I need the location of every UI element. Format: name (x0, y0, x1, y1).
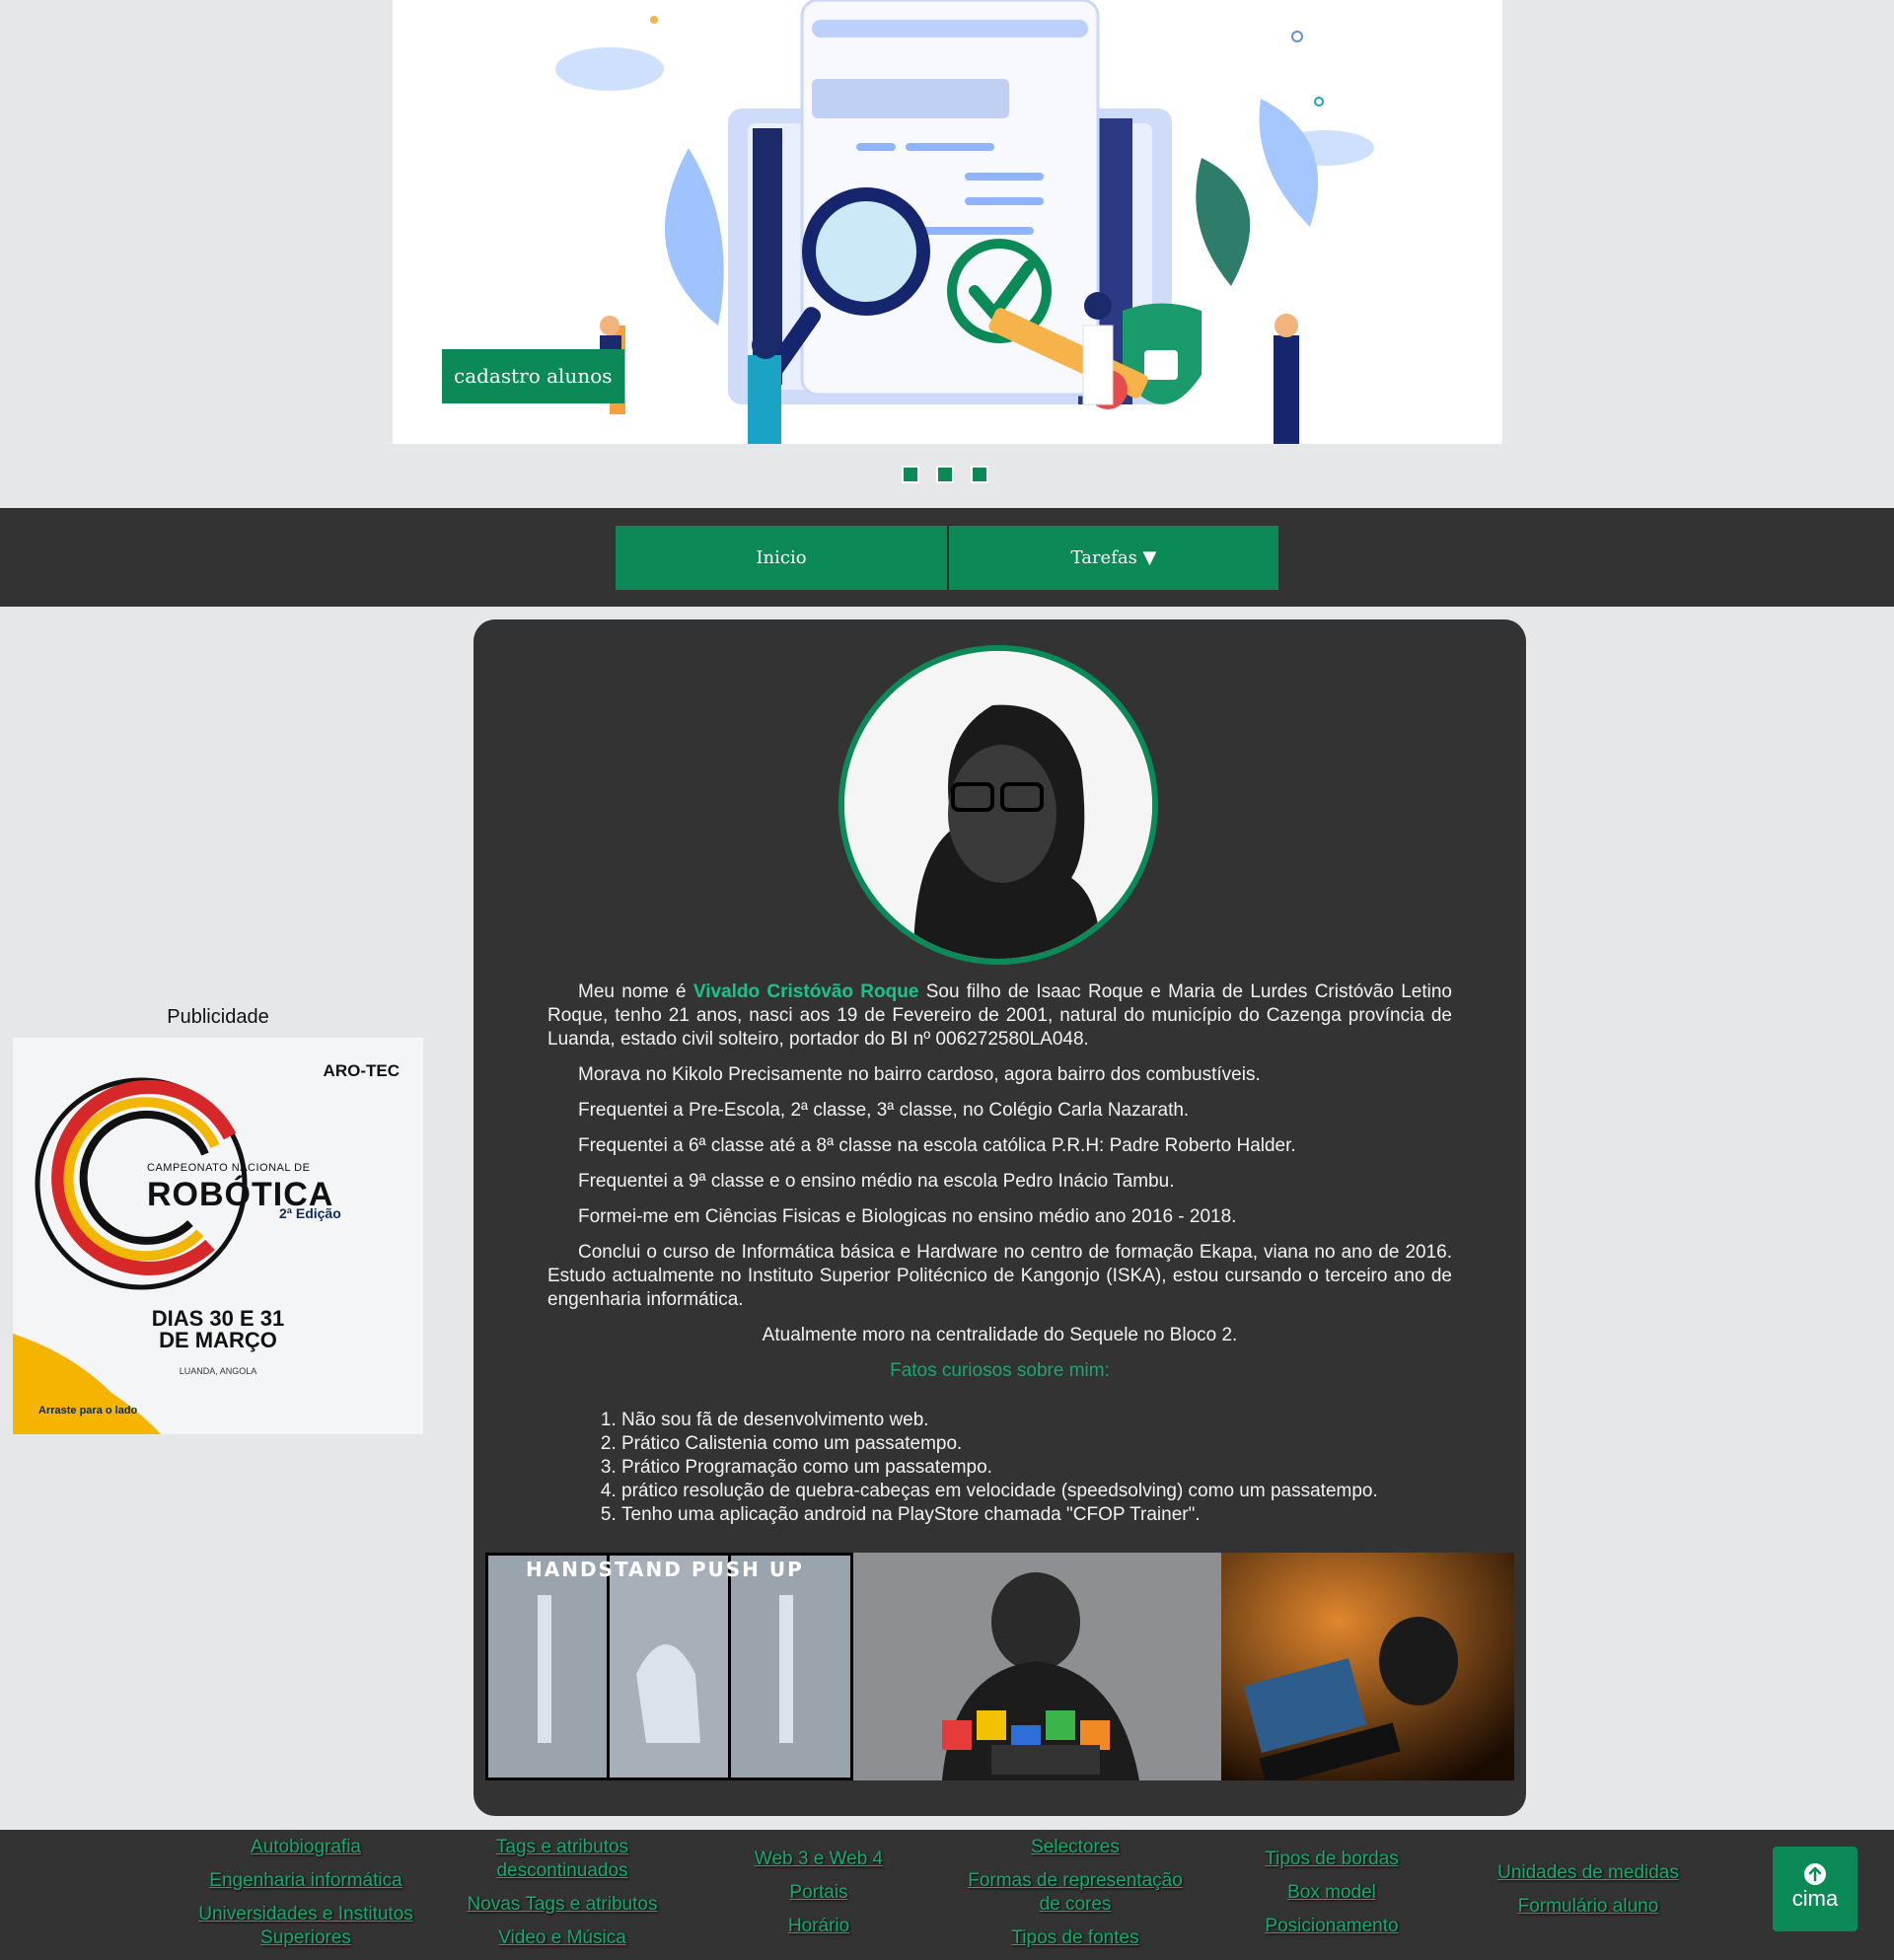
list-item: Tenho uma aplicação android na PlayStore… (621, 1503, 1452, 1527)
list-item: prático resolução de quebra-cabeças em v… (621, 1480, 1452, 1503)
ad-brand: ARO-TEC (323, 1061, 400, 1080)
footer-link-box-model[interactable]: Box model (1233, 1881, 1430, 1905)
ad-edition: 2ª Edição (279, 1205, 341, 1221)
bio-paragraph-3: Frequentei a Pre-Escola, 2ª classe, 3ª c… (578, 1100, 1190, 1121)
bio-text: Meu nome é Vivaldo Cristóvão Roque Sou f… (547, 980, 1452, 1527)
bio-paragraph-6: Formei-me em Ciências Fisicas e Biologic… (578, 1206, 1237, 1227)
footer-col-4: Selectores Formas de representação de co… (957, 1836, 1194, 1960)
photo-handstand: HANDSTAND PUSH UP (485, 1553, 853, 1780)
footer: Autobiografia Engenharia informática Uni… (0, 1830, 1894, 1960)
facts-list: Não sou fã de desenvolvimento web. Práti… (621, 1409, 1452, 1527)
footer-link-formulario-aluno[interactable]: Formulário aluno (1480, 1895, 1697, 1919)
footer-col-3: Web 3 e Web 4 Portais Horário (720, 1848, 917, 1948)
bio-card: Meu nome é Vivaldo Cristóvão Roque Sou f… (474, 619, 1526, 1816)
navbar: Inicio Tarefas ▼ (0, 508, 1894, 607)
footer-link-universidades[interactable]: Universidades e Institutos Superiores (197, 1903, 414, 1950)
banner-caption[interactable]: cadastro alunos (442, 349, 624, 403)
footer-link-video-musica[interactable]: Video e Música (454, 1926, 671, 1950)
footer-col-2: Tags e atributos descontinuados Novas Ta… (454, 1836, 671, 1960)
carousel-dot-3[interactable] (971, 466, 988, 483)
footer-col-6: Unidades de medidas Formulário aluno (1480, 1861, 1697, 1928)
ad-dates-line1: DIAS 30 E 31 (151, 1306, 285, 1331)
photo-gallery: HANDSTAND PUSH UP (485, 1553, 1514, 1780)
footer-link-web3-web4[interactable]: Web 3 e Web 4 (720, 1848, 917, 1871)
ad-banner[interactable]: ARO-TEC CAMPEONATO NACIONAL DE ROBÓTICA … (13, 1038, 423, 1434)
footer-col-5: Tipos de bordas Box model Posicionamento (1233, 1848, 1430, 1948)
list-item: Não sou fã de desenvolvimento web. (621, 1409, 1452, 1432)
profile-avatar (838, 645, 1158, 965)
footer-link-horario[interactable]: Horário (720, 1915, 917, 1938)
footer-link-tipos-bordas[interactable]: Tipos de bordas (1233, 1848, 1430, 1871)
footer-link-tipos-fontes[interactable]: Tipos de fontes (957, 1926, 1194, 1950)
ad-dates: DIAS 30 E 31 DE MARÇO (13, 1308, 423, 1351)
bio-paragraph-1: Meu nome é Vivaldo Cristóvão Roque Sou f… (547, 980, 1452, 1052)
carousel-dot-2[interactable] (936, 466, 954, 483)
bio-intro: Meu nome é (578, 981, 693, 1002)
bio-paragraph-2: Morava no Kikolo Precisamente no bairro … (578, 1064, 1261, 1085)
ad-swipe-hint: Arraste para o lado (38, 1405, 138, 1416)
list-item: Prático Calistenia como um passatempo. (621, 1432, 1452, 1456)
footer-link-posicionamento[interactable]: Posicionamento (1233, 1915, 1430, 1938)
bio-paragraph-5: Frequentei a 9ª classe e o ensino médio … (578, 1171, 1175, 1192)
arrow-up-circle-icon (1804, 1863, 1826, 1885)
carousel-dot-1[interactable] (902, 466, 919, 483)
handstand-title: HANDSTAND PUSH UP (526, 1558, 804, 1581)
footer-link-autobiografia[interactable]: Autobiografia (187, 1836, 424, 1859)
bio-paragraph-7: Conclui o curso de Informática básica e … (547, 1242, 1452, 1310)
footer-link-selectores[interactable]: Selectores (957, 1836, 1194, 1859)
footer-link-tags-descontinuados[interactable]: Tags e atributos descontinuados (483, 1836, 641, 1883)
ad-subtitle: CAMPEONATO NACIONAL DE (147, 1162, 311, 1174)
bio-paragraph-4: Frequentei a 6ª classe até a 8ª classe n… (578, 1135, 1296, 1156)
bio-name-highlight: Vivaldo Cristóvão Roque (692, 981, 919, 1002)
ad-dates-line2: DE MARÇO (159, 1328, 277, 1352)
footer-col-1: Autobiografia Engenharia informática Uni… (187, 1836, 424, 1950)
nav-inicio-button[interactable]: Inicio (616, 526, 947, 590)
photo-laptop (1221, 1553, 1514, 1780)
back-to-top-label: cima (1791, 1886, 1839, 1911)
facts-heading: Fatos curiosos sobre mim: (890, 1360, 1110, 1381)
footer-link-unidades-medidas[interactable]: Unidades de medidas (1480, 1861, 1697, 1885)
hero-banner: cadastro alunos (393, 0, 1502, 444)
back-to-top-button[interactable]: cima (1773, 1847, 1858, 1931)
carousel-dots (902, 466, 988, 483)
footer-link-novas-tags[interactable]: Novas Tags e atributos (454, 1893, 671, 1917)
ad-label: Publicidade (167, 1006, 269, 1028)
footer-link-engenharia[interactable]: Engenharia informática (187, 1869, 424, 1893)
ad-location: LUANDA, ANGOLA (179, 1366, 257, 1376)
bio-paragraph-8: Atualmente moro na centralidade do Seque… (762, 1325, 1238, 1345)
list-item: Prático Programação como um passatempo. (621, 1456, 1452, 1480)
footer-link-formas-cores[interactable]: Formas de representação de cores (957, 1869, 1194, 1917)
photo-rubiks-cubes (853, 1553, 1221, 1780)
footer-link-portais[interactable]: Portais (720, 1881, 917, 1905)
nav-tarefas-dropdown[interactable]: Tarefas ▼ (947, 526, 1278, 590)
